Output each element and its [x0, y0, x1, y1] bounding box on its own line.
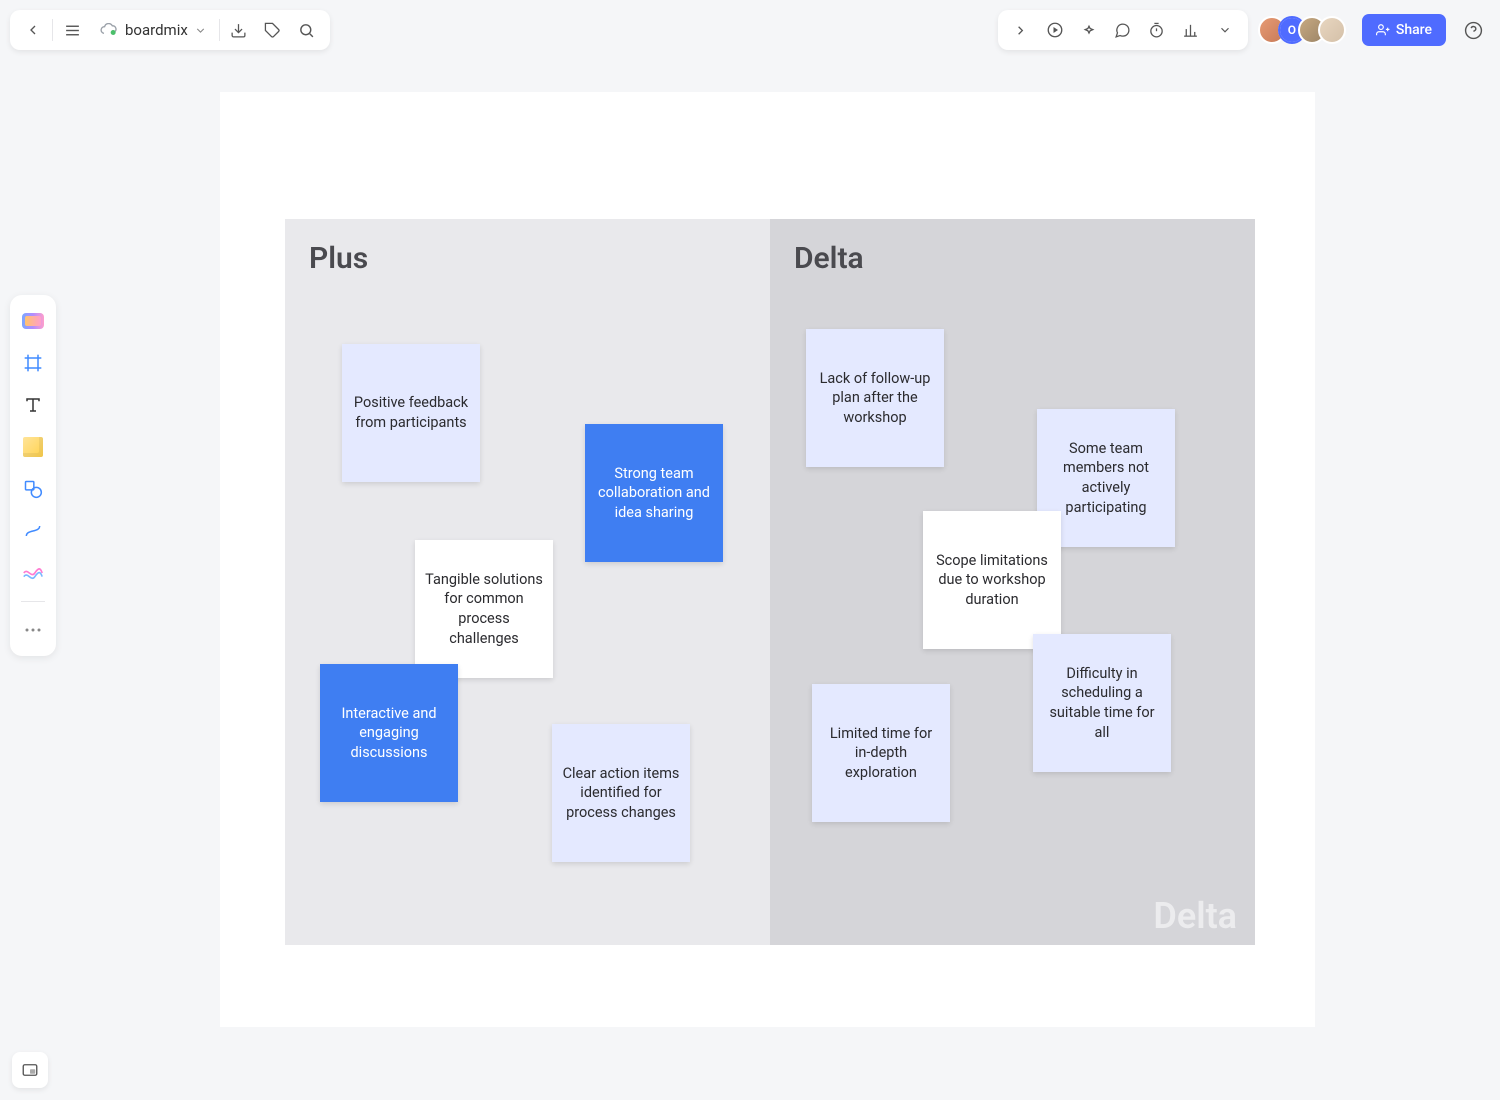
- sticky-note[interactable]: Tangible solutions for common process ch…: [415, 540, 553, 678]
- sticky-text: Positive feedback from participants: [352, 393, 470, 432]
- canvas[interactable]: Plus Positive feedback from participants…: [220, 92, 1315, 1027]
- text-tool[interactable]: [15, 387, 51, 423]
- back-button[interactable]: [16, 13, 50, 47]
- sticky-note[interactable]: Interactive and engaging discussions: [320, 664, 458, 802]
- sticky-note-icon: [23, 437, 43, 457]
- sticky-note[interactable]: Difficulty in scheduling a suitable time…: [1033, 634, 1171, 772]
- sticky-text: Tangible solutions for common process ch…: [425, 570, 543, 648]
- pen-tool[interactable]: [15, 555, 51, 591]
- ai-icon: [22, 313, 44, 329]
- shape-tool[interactable]: [15, 471, 51, 507]
- sticky-text: Lack of follow-up plan after the worksho…: [816, 369, 934, 428]
- separator: [21, 601, 45, 602]
- chevron-right-button[interactable]: [1004, 13, 1038, 47]
- frame-tool[interactable]: [15, 345, 51, 381]
- sticky-text: Difficulty in scheduling a suitable time…: [1043, 664, 1161, 742]
- collaborator-avatars[interactable]: O: [1258, 16, 1346, 44]
- sticky-note[interactable]: Scope limitations due to workshop durati…: [923, 511, 1061, 649]
- column-delta[interactable]: Delta Delta Lack of follow-up plan after…: [770, 219, 1255, 945]
- document-title-chip[interactable]: boardmix: [89, 13, 217, 47]
- download-button[interactable]: [222, 13, 256, 47]
- sparkle-button[interactable]: [1072, 13, 1106, 47]
- share-label: Share: [1396, 22, 1432, 38]
- sticky-note[interactable]: Strong team collaboration and idea shari…: [585, 424, 723, 562]
- tag-button[interactable]: [256, 13, 290, 47]
- ai-tool[interactable]: [15, 303, 51, 339]
- more-chevron-button[interactable]: [1208, 13, 1242, 47]
- separator: [219, 19, 220, 41]
- avatar[interactable]: [1318, 16, 1346, 44]
- sticky-text: Strong team collaboration and idea shari…: [595, 464, 713, 523]
- more-tools[interactable]: [15, 612, 51, 648]
- cloud-sync-icon: [99, 23, 119, 37]
- sticky-note[interactable]: Limited time for in-depth exploration: [812, 684, 950, 822]
- sticky-text: Limited time for in-depth exploration: [822, 724, 940, 783]
- chevron-down-icon: [194, 24, 207, 37]
- share-button[interactable]: Share: [1362, 14, 1446, 46]
- minimap-button[interactable]: [12, 1052, 48, 1088]
- timer-button[interactable]: [1140, 13, 1174, 47]
- column-title: Plus: [309, 241, 746, 276]
- sticky-note[interactable]: Positive feedback from participants: [342, 344, 480, 482]
- column-plus[interactable]: Plus Positive feedback from participants…: [285, 219, 770, 945]
- chart-button[interactable]: [1174, 13, 1208, 47]
- sticky-text: Scope limitations due to workshop durati…: [933, 551, 1051, 610]
- top-right-toolbar: [998, 10, 1248, 50]
- search-button[interactable]: [290, 13, 324, 47]
- document-title: boardmix: [125, 21, 188, 39]
- separator: [52, 19, 53, 41]
- help-button[interactable]: [1456, 13, 1490, 47]
- sticky-note[interactable]: Clear action items identified for proces…: [552, 724, 690, 862]
- sticky-note[interactable]: Lack of follow-up plan after the worksho…: [806, 329, 944, 467]
- present-button[interactable]: [1038, 13, 1072, 47]
- sticky-note-tool[interactable]: [15, 429, 51, 465]
- menu-button[interactable]: [55, 13, 89, 47]
- plus-delta-board: Plus Positive feedback from participants…: [285, 219, 1255, 945]
- sticky-text: Interactive and engaging discussions: [330, 704, 448, 763]
- column-title: Delta: [794, 241, 1231, 276]
- avatar-initial: O: [1288, 23, 1296, 37]
- share-icon: [1376, 23, 1390, 37]
- top-left-toolbar: boardmix: [10, 10, 330, 50]
- sticky-text: Clear action items identified for proces…: [562, 764, 680, 823]
- column-watermark: Delta: [1153, 895, 1237, 937]
- top-right-area: O Share: [998, 10, 1490, 50]
- sticky-text: Some team members not actively participa…: [1047, 439, 1165, 517]
- comment-button[interactable]: [1106, 13, 1140, 47]
- connector-tool[interactable]: [15, 513, 51, 549]
- left-toolbox: [10, 295, 56, 656]
